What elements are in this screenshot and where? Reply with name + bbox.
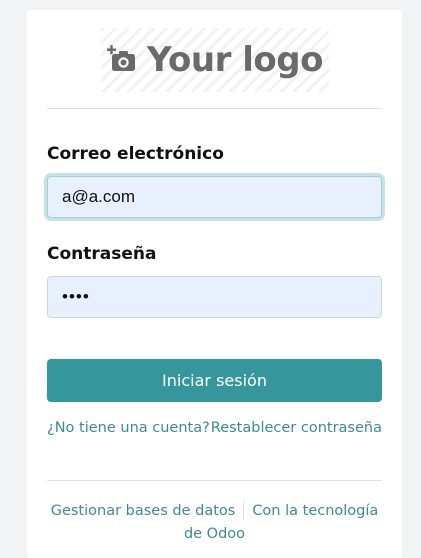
company-logo: Your logo bbox=[101, 28, 329, 92]
odoo-brand: Odoo bbox=[206, 526, 246, 542]
signup-link[interactable]: ¿No tiene una cuenta? bbox=[47, 420, 210, 436]
logo-text: Your logo bbox=[147, 40, 323, 80]
footer-divider bbox=[47, 480, 382, 481]
footer: Gestionar bases de datos Con la tecnologí… bbox=[47, 500, 382, 546]
footer-separator bbox=[243, 501, 245, 521]
header-divider bbox=[47, 108, 382, 109]
camera-plus-icon bbox=[107, 45, 136, 71]
login-card: Your logo Correo electrónico Contraseña … bbox=[27, 10, 402, 558]
reset-password-link[interactable]: Restablecer contraseña bbox=[211, 420, 382, 436]
email-label: Correo electrónico bbox=[47, 144, 224, 164]
email-field[interactable] bbox=[47, 176, 382, 218]
manage-databases-link[interactable]: Gestionar bases de datos bbox=[51, 503, 236, 519]
password-label: Contraseña bbox=[47, 244, 157, 264]
login-button[interactable]: Iniciar sesión bbox=[47, 359, 382, 402]
password-field[interactable] bbox=[47, 276, 382, 318]
